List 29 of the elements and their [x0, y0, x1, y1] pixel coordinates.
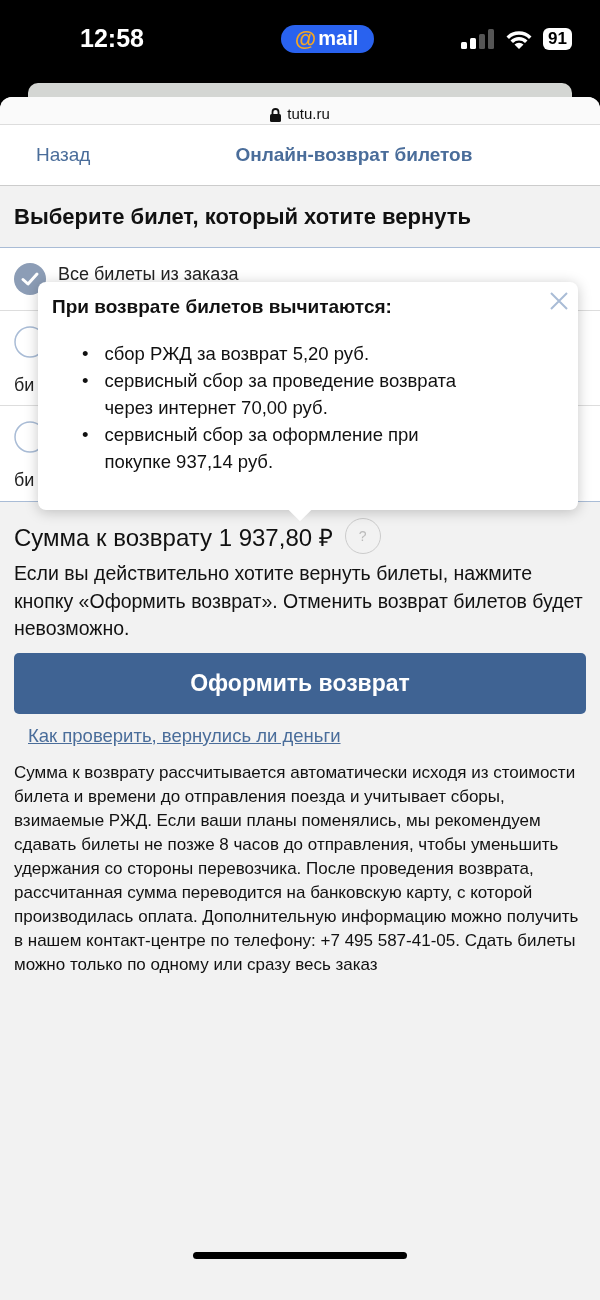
- bullet: •: [82, 423, 89, 447]
- wifi-icon: [505, 28, 534, 49]
- signal-icon: [461, 28, 496, 49]
- bullet: •: [82, 369, 89, 393]
- warning-text: Если вы действительно хотите вернуть билеты, нажмите кнопку «Оформить возврат». Отменить возврат билетов будет невозможно.: [14, 561, 584, 641]
- submit-button[interactable]: Оформить возврат: [14, 652, 586, 714]
- section-heading: Выберите билет, который хотите вернуть: [14, 203, 472, 230]
- option-label: би: [14, 374, 35, 396]
- fee-item: сервисный сбор за проведение возврата через интернет 70,00 руб.: [104, 369, 458, 420]
- at-symbol: @: [294, 25, 317, 52]
- url-text[interactable]: tutu.ru: [287, 105, 330, 122]
- bullet: •: [82, 342, 89, 366]
- home-indicator[interactable]: [193, 1252, 407, 1259]
- option-label: Все билеты из заказа: [58, 263, 239, 285]
- battery-indicator: 91: [543, 27, 572, 50]
- help-link[interactable]: Как проверить, вернулись ли деньги: [28, 724, 341, 747]
- close-icon[interactable]: [550, 292, 568, 310]
- info-text: Сумма к возврату рассчитывается автоматически исходя из стоимости билета и времени до отправления поезда и учитывает сборы, взимаемые РЖД. Если ваши планы поменялись, мы рекомендуем сдавать билеты не позже 8 часов до отправления, чтобы уменьшить удержания со стороны перевозчика. После проведения возврата, рассчитанная сумма переводится на банковскую карту, с которой производилась оплата. Дополнительную информацию можно получить в нашем контакт-центре по телефону: +7 495 587-41-05. Сдать билеты можно только по одному или сразу весь заказ: [14, 761, 580, 976]
- pill-label: mail: [318, 27, 359, 50]
- option-label: би: [14, 469, 35, 491]
- refund-amount: Сумма к возврату 1 937,80 ₽: [14, 522, 333, 553]
- lock-icon: [270, 108, 282, 122]
- page-title: Онлайн-возврат билетов: [235, 144, 473, 166]
- popover-title: При возврате билетов вычитаются:: [52, 296, 392, 318]
- checked-radio[interactable]: [14, 263, 46, 295]
- back-link[interactable]: Назад: [36, 144, 91, 166]
- clock-time: 12:58: [80, 24, 144, 53]
- fee-item: сбор РЖД за возврат 5,20 руб.: [104, 342, 371, 366]
- fee-item: сервисный сбор за оформление при покупке 937,14 руб.: [104, 423, 420, 474]
